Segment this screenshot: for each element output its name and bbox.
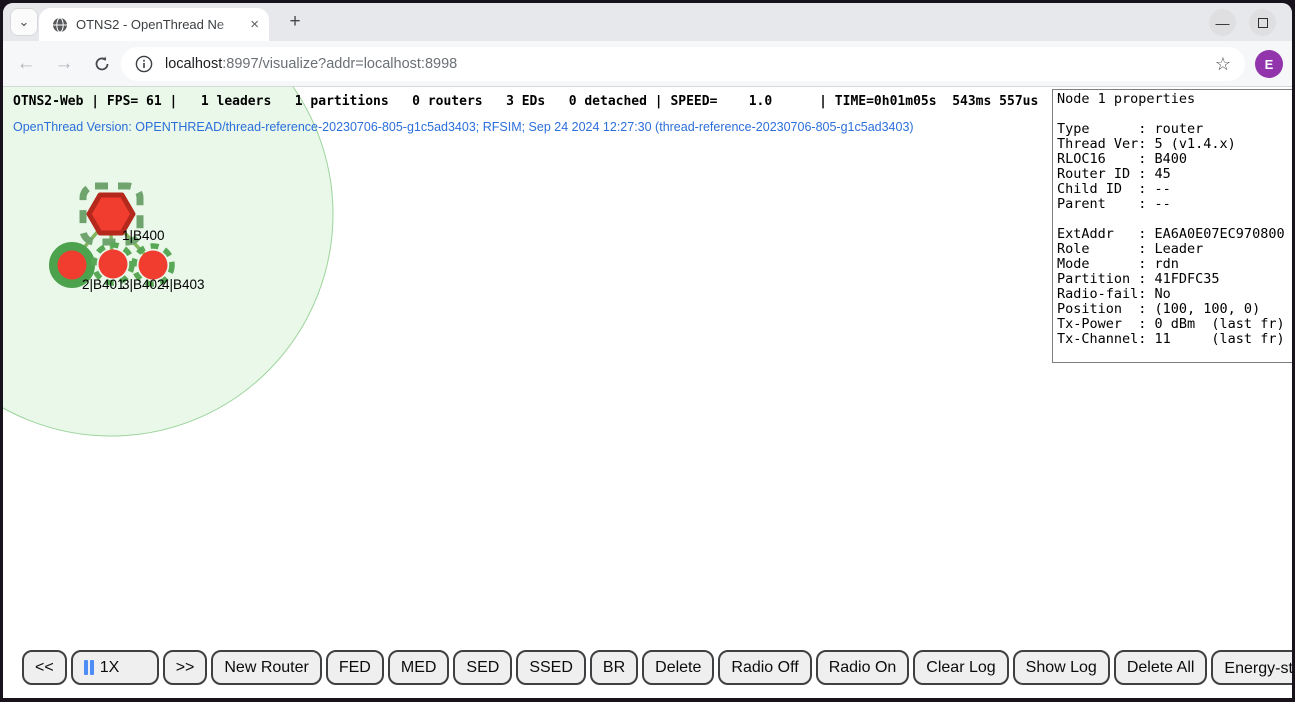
site-info-icon[interactable] bbox=[135, 55, 153, 73]
openthread-version-line: OpenThread Version: OPENTHREAD/thread-re… bbox=[13, 120, 914, 134]
sed-button[interactable]: SED bbox=[453, 650, 512, 685]
tab-title: OTNS2 - OpenThread Ne bbox=[76, 17, 246, 32]
url-bar[interactable]: localhost:8997/visualize?addr=localhost:… bbox=[121, 47, 1245, 81]
back-button[interactable]: ← bbox=[11, 41, 41, 87]
pause-icon bbox=[84, 660, 94, 675]
node-properties-title: Node 1 properties bbox=[1057, 92, 1292, 107]
br-button[interactable]: BR bbox=[590, 650, 638, 685]
action-bar: << 1X >> New Router FED MED SED SSED BR … bbox=[22, 650, 1292, 685]
browser-toolbar: ← → localhost:8997/visualize?addr=localh… bbox=[3, 41, 1292, 87]
med-button[interactable]: MED bbox=[388, 650, 450, 685]
tab-search-button[interactable]: ⌄ bbox=[11, 9, 37, 35]
window-minimize-button[interactable]: — bbox=[1209, 9, 1236, 36]
browser-window: ⌄ OTNS2 - OpenThread Ne × + — bbox=[3, 3, 1292, 698]
node-3-label: 3|B402 bbox=[122, 277, 165, 292]
browser-tab[interactable]: OTNS2 - OpenThread Ne × bbox=[39, 8, 269, 41]
node-4-body bbox=[139, 251, 168, 280]
minimize-icon: — bbox=[1216, 15, 1230, 31]
window-maximize-button[interactable] bbox=[1249, 9, 1276, 36]
new-router-button[interactable]: New Router bbox=[211, 650, 321, 685]
clear-log-button[interactable]: Clear Log bbox=[913, 650, 1008, 685]
back-arrow-icon: ← bbox=[17, 53, 36, 75]
window-frame: ⌄ OTNS2 - OpenThread Ne × + — bbox=[0, 0, 1295, 702]
ssed-button[interactable]: SSED bbox=[516, 650, 586, 685]
url-host: localhost bbox=[165, 56, 222, 72]
delete-all-button[interactable]: Delete All bbox=[1114, 650, 1208, 685]
plus-icon: + bbox=[289, 11, 300, 33]
bookmark-star-icon[interactable]: ☆ bbox=[1215, 54, 1231, 75]
tab-strip: ⌄ OTNS2 - OpenThread Ne × + — bbox=[3, 3, 1292, 41]
forward-button[interactable]: → bbox=[49, 41, 79, 87]
chevron-down-icon: ⌄ bbox=[19, 14, 30, 30]
url-text[interactable]: localhost:8997/visualize?addr=localhost:… bbox=[165, 56, 1207, 72]
new-tab-button[interactable]: + bbox=[283, 10, 307, 34]
node-properties-body: Type : router Thread Ver: 5 (v1.4.x) RLO… bbox=[1057, 107, 1292, 347]
avatar-letter: E bbox=[1265, 57, 1274, 72]
node-4-label: 4|B403 bbox=[162, 277, 205, 292]
url-path: :8997/visualize?addr=localhost:8998 bbox=[222, 56, 457, 72]
profile-avatar[interactable]: E bbox=[1255, 50, 1283, 78]
node-1-label: 1|B400 bbox=[122, 228, 165, 243]
fed-button[interactable]: FED bbox=[326, 650, 384, 685]
node-properties-panel: Node 1 properties Type : router Thread V… bbox=[1052, 89, 1292, 363]
pause-speed-button[interactable]: 1X bbox=[71, 650, 159, 685]
energy-stats-button[interactable]: Energy-stats ↗ bbox=[1211, 650, 1292, 685]
speed-up-button[interactable]: >> bbox=[163, 650, 208, 685]
node-3-body bbox=[99, 250, 128, 279]
node-2-label: 2|B401 bbox=[82, 277, 125, 292]
tab-close-icon[interactable]: × bbox=[250, 17, 259, 32]
globe-favicon-icon bbox=[52, 17, 68, 33]
simulation-status-line: OTNS2-Web | FPS= 61 | 1 leaders 1 partit… bbox=[13, 94, 1038, 109]
radio-off-button[interactable]: Radio Off bbox=[718, 650, 811, 685]
reload-icon bbox=[93, 55, 111, 73]
delete-button[interactable]: Delete bbox=[642, 650, 714, 685]
show-log-button[interactable]: Show Log bbox=[1013, 650, 1110, 685]
radio-on-button[interactable]: Radio On bbox=[816, 650, 910, 685]
maximize-icon bbox=[1258, 18, 1268, 28]
speed-down-button[interactable]: << bbox=[22, 650, 67, 685]
node-2-body bbox=[58, 251, 87, 280]
speed-value: 1X bbox=[100, 659, 120, 677]
forward-arrow-icon: → bbox=[55, 53, 74, 75]
otns-visualizer-page: 1|B400 2|B401 3|B402 4|B403 OTNS2-Web | … bbox=[3, 87, 1292, 698]
reload-button[interactable] bbox=[87, 41, 117, 87]
